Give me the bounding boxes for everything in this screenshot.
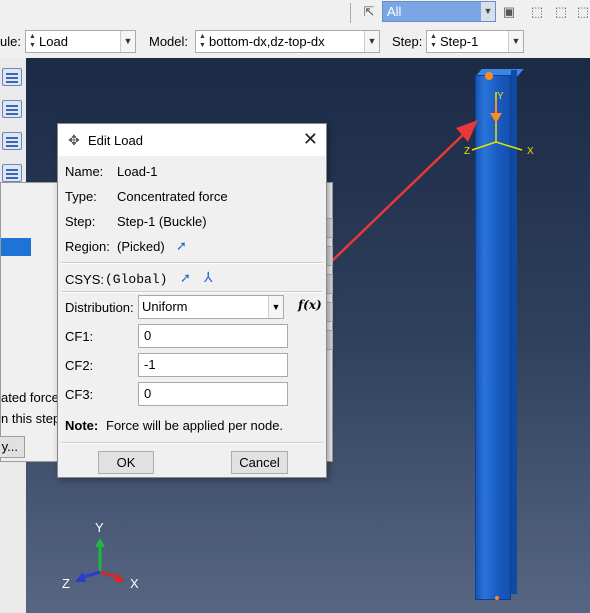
separator — [62, 291, 322, 293]
selection-filter-combo[interactable]: All ▼ — [382, 1, 496, 22]
spin-icon: ▲ ▼ — [199, 33, 206, 49]
cube-select-icon[interactable]: ⬚ — [528, 3, 546, 21]
dialog-title: Edit Load — [88, 133, 143, 148]
close-icon[interactable]: ✕ — [303, 129, 318, 149]
load-case-manager-icon[interactable] — [2, 164, 22, 182]
spin-icon: ▲ ▼ — [29, 33, 36, 49]
chevron-down-icon: ▼ — [481, 2, 495, 21]
separator — [62, 262, 322, 264]
distribution-value: Uniform — [142, 299, 188, 314]
name-value: Load-1 — [117, 164, 158, 179]
module-label: ule: — [0, 34, 21, 49]
box-select-icon[interactable]: ⬚ — [552, 3, 570, 21]
toolbar-separator — [350, 3, 351, 23]
select-cursor-icon[interactable]: ⇱ — [360, 3, 378, 21]
select-mode-icon[interactable]: ▣ — [500, 3, 518, 21]
step-value: Step-1 — [440, 34, 479, 49]
region-label: Region: — [65, 239, 110, 254]
edit-load-dialog: ✥ Edit Load ✕ Name: Load-1 Type: Concent… — [57, 123, 327, 478]
csys-label: CSYS: — [65, 272, 105, 287]
predefined-field-manager-icon[interactable] — [2, 132, 22, 150]
note-label: Note: — [65, 418, 99, 433]
module-value: Load — [39, 34, 68, 49]
cf1-input[interactable]: 0 — [138, 324, 288, 348]
ok-button[interactable]: OK — [98, 451, 154, 474]
type-label: Type: — [65, 189, 97, 204]
distribution-label: Distribution: — [65, 300, 134, 315]
cf3-input[interactable]: 0 — [138, 382, 288, 406]
chevron-down-icon: ▼ — [268, 296, 283, 318]
beam-side-face — [511, 70, 517, 594]
bc-manager-icon[interactable] — [2, 100, 22, 118]
top-toolbar: ⇱ All ▼ ▣ ⬚ ⬚ ⬚ — [0, 0, 590, 27]
note-text: Force will be applied per node. — [106, 418, 284, 433]
chevron-down-icon: ▼ — [120, 31, 135, 52]
column-part[interactable] — [475, 75, 511, 600]
edit-csys-icon[interactable]: ➚ — [180, 270, 191, 286]
type-value: Concentrated force — [117, 189, 228, 204]
step-combo[interactable]: ▲ ▼ Step-1 ▼ — [426, 30, 524, 53]
chevron-down-icon: ▼ — [508, 31, 523, 52]
cancel-button[interactable]: Cancel — [231, 451, 288, 474]
separator — [62, 442, 322, 444]
cf1-label: CF1: — [65, 329, 94, 344]
model-label: Model: — [149, 34, 189, 49]
load-manager-icon[interactable] — [2, 68, 22, 86]
analytical-field-button[interactable]: f(x) — [298, 298, 322, 312]
selected-row-highlight — [1, 238, 31, 256]
model-combo[interactable]: ▲ ▼ bottom-dx,dz-top-dx ▼ — [195, 30, 380, 53]
drag-select-icon[interactable]: ⬚ — [574, 3, 590, 21]
background-text-line2: n this step — [1, 411, 61, 426]
model-value: bottom-dx,dz-top-dx — [209, 34, 325, 49]
background-text-line1: ated force — [1, 390, 59, 405]
step-label: Step: — [392, 34, 423, 49]
region-value: (Picked) — [117, 239, 165, 254]
module-combo[interactable]: ▲ ▼ Load ▼ — [25, 30, 136, 53]
selection-filter-value: All — [387, 4, 402, 19]
chevron-down-icon: ▼ — [364, 31, 379, 52]
spin-icon: ▲ ▼ — [430, 33, 437, 49]
step-label: Step: — [65, 214, 96, 229]
distribution-select[interactable]: Uniform ▼ — [138, 295, 284, 319]
csys-value: (Global) — [105, 272, 168, 287]
background-button[interactable]: y... — [0, 436, 25, 458]
create-csys-icon[interactable]: ⅄ — [204, 269, 213, 286]
cf2-label: CF2: — [65, 358, 94, 373]
dialog-titlebar[interactable]: ✥ Edit Load ✕ — [58, 124, 326, 156]
step-value: Step-1 (Buckle) — [117, 214, 207, 229]
edit-region-icon[interactable]: ➚ — [176, 238, 187, 254]
move-icon: ✥ — [68, 132, 80, 148]
cf3-label: CF3: — [65, 387, 94, 402]
cf2-input[interactable]: -1 — [138, 353, 288, 377]
name-label: Name: — [65, 164, 104, 179]
context-bar: ule: ▲ ▼ Load ▼ Model: ▲ ▼ bottom-dx,dz-to… — [0, 26, 590, 59]
